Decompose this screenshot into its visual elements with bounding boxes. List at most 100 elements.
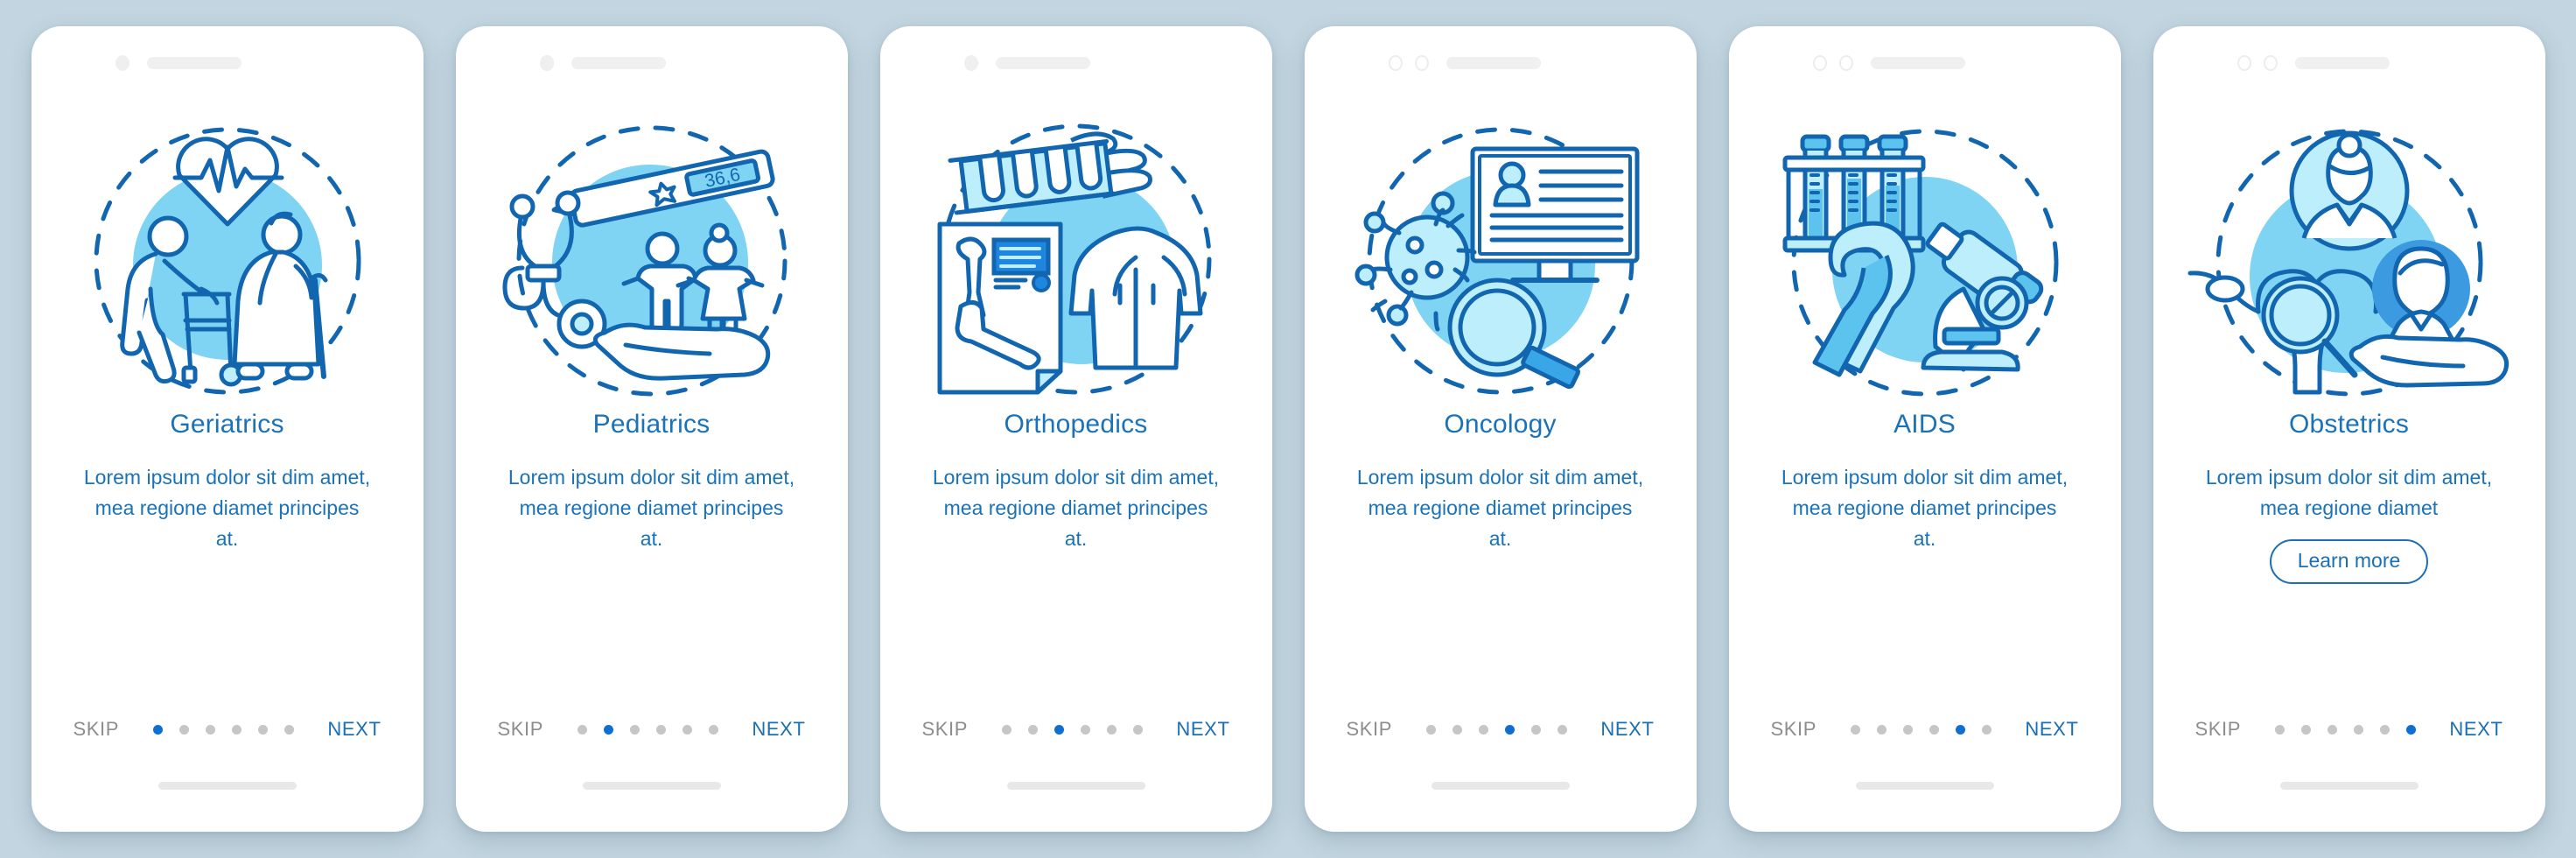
dot-1[interactable] [1001, 724, 1012, 735]
screen-title: Geriatrics [170, 410, 284, 439]
dot-5[interactable] [1955, 724, 1965, 735]
screen-body-text: Lorem ipsum dolor sit dim amet, mea regi… [508, 466, 795, 550]
camera-icon [539, 55, 554, 71]
dot-2[interactable] [178, 724, 189, 735]
onboarding-nav: SKIP NEXT [32, 718, 424, 741]
pagination-dots[interactable] [119, 724, 327, 735]
learn-more-button[interactable]: Learn more [2269, 539, 2429, 584]
pagination-dots[interactable] [2241, 724, 2449, 735]
phone-notch [2153, 26, 2545, 100]
screen-title: Orthopedics [1004, 410, 1148, 439]
next-button[interactable]: NEXT [2449, 718, 2502, 741]
onboarding-nav: SKIP NEXT [2153, 718, 2545, 741]
screen-body-text: Lorem ipsum dolor sit dim amet, mea regi… [2205, 466, 2493, 519]
camera-icon [115, 55, 130, 71]
onboarding-screen-geriatrics: Geriatrics Lorem ipsum dolor sit dim ame… [31, 26, 424, 832]
next-button[interactable]: NEXT [752, 718, 805, 741]
dot-6[interactable] [1557, 724, 1567, 735]
skip-button[interactable]: SKIP [2195, 718, 2242, 741]
dot-5[interactable] [257, 724, 268, 735]
dot-6[interactable] [2405, 724, 2416, 735]
screen-title: AIDS [1894, 410, 1956, 439]
aids-illustration [1750, 95, 2100, 410]
dot-4[interactable] [655, 724, 666, 735]
dot-2[interactable] [1452, 724, 1462, 735]
camera-icon [1388, 55, 1403, 71]
dot-2[interactable] [1027, 724, 1038, 735]
dot-5[interactable] [682, 724, 692, 735]
dot-3[interactable] [1902, 724, 1913, 735]
pagination-dots[interactable] [1816, 724, 2025, 735]
dot-4[interactable] [2353, 724, 2363, 735]
dot-4[interactable] [1504, 724, 1515, 735]
pagination-dots[interactable] [968, 724, 1176, 735]
obstetrics-illustration [2174, 95, 2524, 410]
skip-button[interactable]: SKIP [922, 718, 969, 741]
phone-notch [32, 26, 424, 100]
onboarding-screen-oncology: Oncology Lorem ipsum dolor sit dim amet,… [1304, 26, 1697, 832]
dot-3[interactable] [205, 724, 215, 735]
phone-notch [1729, 26, 2121, 100]
onboarding-nav: SKIP NEXT [1305, 718, 1697, 741]
onboarding-nav: SKIP NEXT [1729, 718, 2121, 741]
pagination-dots[interactable] [543, 724, 752, 735]
phone-notch [456, 26, 848, 100]
screen-title: Obstetrics [2288, 410, 2410, 439]
dot-3[interactable] [2327, 724, 2337, 735]
next-button[interactable]: NEXT [2025, 718, 2078, 741]
dot-5[interactable] [1530, 724, 1541, 735]
dot-2[interactable] [2300, 724, 2311, 735]
oncology-illustration [1326, 95, 1676, 410]
home-indicator [158, 782, 297, 790]
speaker-grille [995, 57, 1090, 69]
dot-1[interactable] [1850, 724, 1860, 735]
onboarding-screen-obstetrics: Obstetrics Lorem ipsum dolor sit dim ame… [2152, 26, 2545, 832]
dot-3[interactable] [629, 724, 640, 735]
dot-5[interactable] [1106, 724, 1116, 735]
dot-6[interactable] [284, 724, 294, 735]
dot-6[interactable] [1981, 724, 1992, 735]
skip-button[interactable]: SKIP [498, 718, 544, 741]
dot-6[interactable] [708, 724, 718, 735]
next-button[interactable]: NEXT [327, 718, 381, 741]
screen-body-text: Lorem ipsum dolor sit dim amet, mea regi… [932, 466, 1220, 550]
dot-2[interactable] [603, 724, 613, 735]
home-indicator [1006, 782, 1145, 790]
home-indicator [2279, 782, 2418, 790]
dot-1[interactable] [152, 724, 163, 735]
onboarding-nav: SKIP NEXT [880, 718, 1272, 741]
onboarding-screen-aids: AIDS Lorem ipsum dolor sit dim amet, mea… [1728, 26, 2121, 832]
camera-icon [963, 55, 978, 71]
dot-3[interactable] [1478, 724, 1488, 735]
onboarding-screens-row: Geriatrics Lorem ipsum dolor sit dim ame… [0, 0, 2576, 858]
skip-button[interactable]: SKIP [1771, 718, 1817, 741]
sensor-icon [2263, 55, 2278, 71]
dot-2[interactable] [1876, 724, 1886, 735]
dot-3[interactable] [1054, 724, 1064, 735]
dot-4[interactable] [231, 724, 242, 735]
onboarding-screen-orthopedics: Orthopedics Lorem ipsum dolor sit dim am… [879, 26, 1272, 832]
sensor-icon [1838, 55, 1853, 71]
screen-title: Pediatrics [592, 410, 710, 439]
dot-1[interactable] [2274, 724, 2285, 735]
onboarding-nav: SKIP NEXT [456, 718, 848, 741]
dot-4[interactable] [1928, 724, 1939, 735]
skip-button[interactable]: SKIP [1347, 718, 1393, 741]
dot-5[interactable] [2379, 724, 2390, 735]
dot-1[interactable] [1425, 724, 1436, 735]
onboarding-screen-pediatrics: 36,6 Pediatrics Lorem ipsum dolor sit di… [455, 26, 848, 832]
next-button[interactable]: NEXT [1600, 718, 1654, 741]
dot-1[interactable] [577, 724, 587, 735]
home-indicator [1855, 782, 1994, 790]
pagination-dots[interactable] [1392, 724, 1600, 735]
orthopedics-illustration [901, 95, 1251, 410]
next-button[interactable]: NEXT [1176, 718, 1229, 741]
speaker-grille [2294, 57, 2390, 69]
home-indicator [582, 782, 721, 790]
dot-4[interactable] [1080, 724, 1090, 735]
skip-button[interactable]: SKIP [74, 718, 120, 741]
phone-notch [880, 26, 1272, 100]
dot-6[interactable] [1132, 724, 1143, 735]
speaker-grille [1446, 57, 1541, 69]
camera-icon [2236, 55, 2251, 71]
